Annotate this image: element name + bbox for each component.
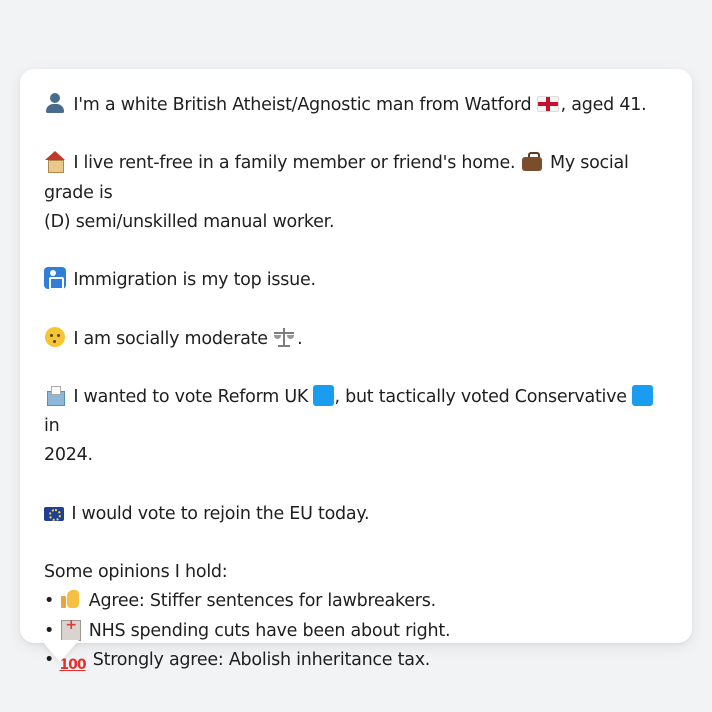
issue-paragraph: Immigration is my top issue. — [44, 266, 668, 295]
intro-paragraph: I'm a white British Atheist/Agnostic man… — [44, 91, 668, 120]
vote-text-b: , but tactically voted Conservative — [334, 386, 627, 407]
ballot-box-icon — [44, 384, 66, 406]
flag-eu-icon — [44, 506, 64, 521]
opinion-item: • 100 Strongly agree: Abolish inheritanc… — [44, 646, 668, 676]
intro-suffix: , aged 41. — [560, 95, 647, 115]
social-suffix: . — [297, 328, 303, 349]
vote-text-c: in — [44, 416, 60, 437]
opinion-text: NHS spending cuts have been about right. — [88, 620, 451, 641]
vote-text-a: I wanted to vote Reform UK — [73, 386, 309, 407]
scales-icon — [273, 326, 295, 348]
social-text: I am socially moderate — [73, 328, 268, 349]
eu-text: I would vote to rejoin the EU today. — [71, 503, 370, 524]
hospital-icon — [59, 618, 82, 641]
opinions-section: Some opinions I hold: • Agree: Stiffer s… — [44, 558, 668, 676]
thinking-face-icon — [44, 326, 66, 348]
persona-card: I'm a white British Atheist/Agnostic man… — [20, 69, 692, 673]
house-icon — [44, 150, 66, 174]
housing-text: I live rent-free in a family member or f… — [73, 153, 516, 174]
passport-control-icon — [44, 267, 66, 291]
grade-text-line2: (D) semi/unskilled manual worker. — [44, 211, 335, 232]
opinions-heading: Some opinions I hold: — [44, 562, 228, 583]
opinion-item: • NHS spending cuts have been about righ… — [44, 617, 668, 646]
speech-bubble-tail — [41, 640, 79, 662]
opinion-item: • Agree: Stiffer sentences for lawbreake… — [44, 587, 668, 616]
vote-text-line2: 2024. — [44, 445, 93, 466]
reform-uk-color-square — [313, 384, 335, 406]
conservative-color-square — [632, 384, 654, 406]
briefcase-icon — [521, 150, 543, 172]
eu-paragraph: I would vote to rejoin the EU today. — [44, 500, 668, 529]
social-paragraph: I am socially moderate . — [44, 325, 668, 354]
opinion-text: Strongly agree: Abolish inheritance tax. — [92, 649, 431, 670]
thumbs-up-icon — [59, 588, 81, 610]
intro-text: I'm a white British Atheist/Agnostic man… — [73, 95, 532, 115]
flag-england-icon — [536, 96, 559, 112]
bullet: • — [44, 591, 55, 612]
vote-paragraph: I wanted to vote Reform UK , but tactica… — [44, 383, 668, 471]
housing-paragraph: I live rent-free in a family member or f… — [44, 149, 668, 237]
person-icon — [44, 92, 66, 114]
opinion-text: Agree: Stiffer sentences for lawbreakers… — [88, 591, 436, 612]
top-issue-text: Immigration is my top issue. — [73, 270, 316, 291]
bullet: • — [44, 620, 55, 641]
